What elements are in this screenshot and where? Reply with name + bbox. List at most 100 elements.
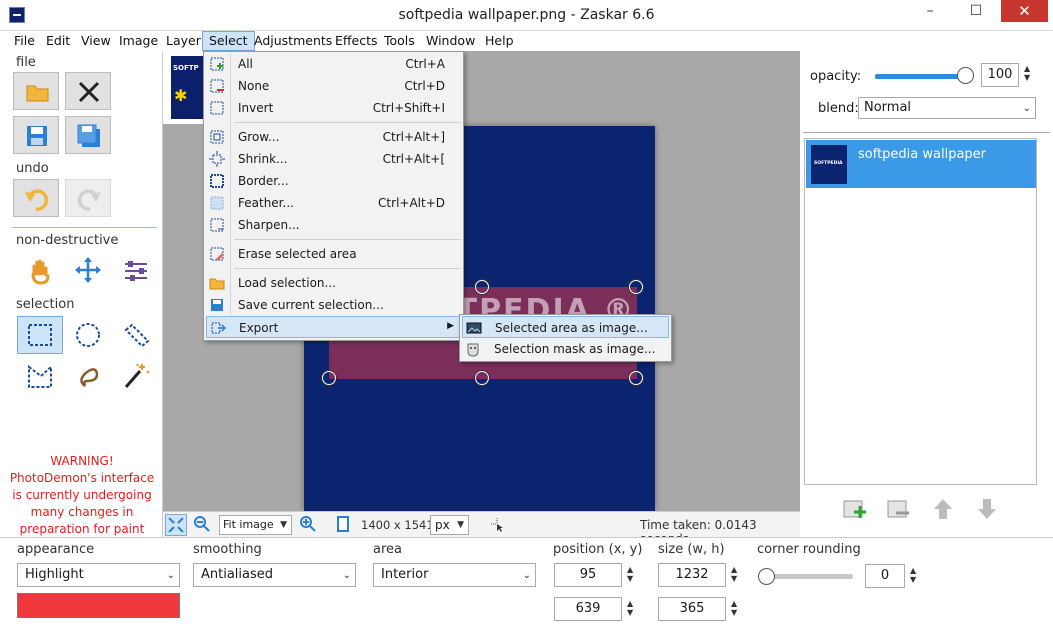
chevron-down-icon: ▼ bbox=[457, 520, 464, 530]
menu-item-border[interactable]: Border... bbox=[206, 170, 461, 192]
size-width-input[interactable]: 1232 bbox=[658, 563, 726, 587]
move-layer-up-button[interactable] bbox=[930, 497, 956, 521]
position-y-spinner[interactable]: ▲ ▼ bbox=[627, 599, 633, 617]
menu-image[interactable]: Image bbox=[113, 31, 164, 51]
undo-button[interactable] bbox=[13, 179, 59, 217]
corner-rounding-input[interactable]: 0 bbox=[865, 564, 905, 588]
menu-label: Grow... bbox=[238, 130, 280, 144]
menu-window[interactable]: Window bbox=[420, 31, 481, 51]
layer-list[interactable]: SOFTPEDIA softpedia wallpaper bbox=[804, 138, 1037, 485]
lasso-select-tool[interactable] bbox=[68, 359, 108, 393]
menu-file[interactable]: File bbox=[8, 31, 41, 51]
invert-selection-icon bbox=[210, 101, 224, 115]
position-y-input[interactable]: 639 bbox=[554, 597, 622, 621]
selection-handle-tm[interactable] bbox=[475, 280, 489, 294]
menu-layer[interactable]: Layer bbox=[160, 31, 207, 51]
folder-icon bbox=[209, 278, 225, 290]
menu-item-grow[interactable]: Grow... Ctrl+Alt+] bbox=[206, 126, 461, 148]
layers-panel: opacity: 100 ▲ ▼ blend: Normal ⌄ SOFTPEDIA… bbox=[800, 51, 1053, 537]
corner-rounding-slider-track[interactable] bbox=[765, 574, 853, 579]
image-tab-thumbnail[interactable]: SOFTP ✱ bbox=[171, 56, 203, 119]
menu-edit[interactable]: Edit bbox=[40, 31, 76, 51]
move-tool[interactable] bbox=[68, 253, 108, 287]
close-file-button[interactable] bbox=[65, 72, 111, 110]
selection-handle-bm[interactable] bbox=[475, 371, 489, 385]
line-select-tool[interactable] bbox=[116, 318, 156, 352]
unit-dropdown[interactable]: px ▼ bbox=[430, 515, 469, 535]
menu-item-sharpen[interactable]: Sharpen... bbox=[206, 214, 461, 236]
menu-item-shrink[interactable]: Shrink... Ctrl+Alt+[ bbox=[206, 148, 461, 170]
blend-mode-dropdown[interactable]: Normal ⌄ bbox=[858, 97, 1036, 119]
zoom-dropdown[interactable]: Fit image ▼ bbox=[219, 515, 292, 535]
save-as-button[interactable] bbox=[65, 116, 111, 154]
opacity-input[interactable]: 100 bbox=[981, 63, 1019, 87]
menu-label: All bbox=[238, 57, 253, 71]
rect-select-tool[interactable] bbox=[17, 316, 63, 354]
chevron-down-icon: ⌄ bbox=[342, 570, 351, 581]
zoom-in-button[interactable] bbox=[299, 515, 317, 536]
quick-fix-tool[interactable] bbox=[116, 253, 156, 287]
grow-selection-icon bbox=[210, 130, 224, 144]
save-button[interactable] bbox=[13, 116, 59, 154]
menu-shortcut: Ctrl+Shift+I bbox=[372, 101, 445, 115]
size-width-spinner[interactable]: ▲ ▼ bbox=[731, 565, 737, 583]
redo-button[interactable] bbox=[65, 179, 111, 217]
highlight-color-swatch[interactable] bbox=[17, 593, 180, 618]
menu-effects[interactable]: Effects bbox=[329, 31, 384, 51]
opacity-slider-thumb[interactable] bbox=[957, 67, 974, 84]
opacity-slider-track[interactable] bbox=[875, 74, 967, 79]
add-layer-button[interactable] bbox=[842, 497, 868, 521]
star-icon: ✱ bbox=[174, 86, 188, 105]
layer-row[interactable]: SOFTPEDIA softpedia wallpaper bbox=[806, 140, 1036, 188]
select-all-icon bbox=[210, 57, 224, 71]
menu-item-feather[interactable]: Feather... Ctrl+Alt+D bbox=[206, 192, 461, 214]
nondestructive-section-label: non-destructive bbox=[16, 233, 119, 248]
menu-adjustments[interactable]: Adjustments bbox=[248, 31, 338, 51]
opacity-spinner[interactable]: ▲ ▼ bbox=[1024, 64, 1030, 82]
ellipse-select-tool[interactable] bbox=[68, 318, 108, 352]
menu-item-select-all[interactable]: All Ctrl+A bbox=[206, 53, 461, 75]
menu-item-load-selection[interactable]: Load selection... bbox=[206, 272, 461, 294]
remove-layer-icon bbox=[887, 500, 909, 518]
move-layer-down-button[interactable] bbox=[974, 497, 1000, 521]
corner-rounding-slider-thumb[interactable] bbox=[758, 568, 775, 585]
size-height-input[interactable]: 365 bbox=[658, 597, 726, 621]
submenu-item-export-area[interactable]: Selected area as image... bbox=[462, 316, 669, 338]
position-x-input[interactable]: 95 bbox=[554, 563, 622, 587]
delete-layer-button[interactable] bbox=[886, 497, 912, 521]
menu-item-invert[interactable]: Invert Ctrl+Shift+I bbox=[206, 97, 461, 119]
chevron-down-icon: ⌄ bbox=[166, 570, 175, 581]
menu-item-export[interactable]: Export ▶ bbox=[206, 316, 461, 338]
polygon-select-tool[interactable] bbox=[20, 359, 60, 393]
menu-view[interactable]: View bbox=[75, 31, 117, 51]
magic-wand-tool[interactable] bbox=[116, 359, 156, 393]
selection-handle-bl[interactable] bbox=[322, 371, 336, 385]
position-x-spinner[interactable]: ▲ ▼ bbox=[627, 565, 633, 583]
image-size-text: 1400 x 1541 bbox=[361, 518, 434, 532]
window-title: softpedia wallpaper.png - Zaskar 6.6 bbox=[398, 7, 655, 23]
zoom-out-button[interactable] bbox=[193, 515, 211, 536]
image-icon bbox=[466, 322, 482, 334]
sliders-icon bbox=[125, 261, 147, 281]
appearance-dropdown[interactable]: Highlight ⌄ bbox=[17, 563, 180, 587]
open-file-button[interactable] bbox=[13, 72, 59, 110]
area-dropdown[interactable]: Interior ⌄ bbox=[373, 563, 536, 587]
smoothing-dropdown[interactable]: Antialiased ⌄ bbox=[193, 563, 356, 587]
menu-select[interactable]: Select bbox=[202, 31, 255, 51]
image-size-icon bbox=[336, 516, 350, 536]
fit-screen-button[interactable] bbox=[165, 514, 187, 536]
close-button[interactable]: ✕ bbox=[1001, 0, 1048, 22]
menu-item-select-none[interactable]: None Ctrl+D bbox=[206, 75, 461, 97]
menu-item-save-selection[interactable]: Save current selection... bbox=[206, 294, 461, 316]
minimize-button[interactable]: – bbox=[907, 0, 953, 22]
menu-help[interactable]: Help bbox=[479, 31, 520, 51]
maximize-button[interactable]: ☐ bbox=[953, 0, 999, 22]
selection-handle-tr[interactable] bbox=[629, 280, 643, 294]
menu-tools[interactable]: Tools bbox=[378, 31, 421, 51]
hand-tool[interactable] bbox=[20, 253, 60, 287]
size-height-spinner[interactable]: ▲ ▼ bbox=[731, 599, 737, 617]
menu-item-erase-selected[interactable]: Erase selected area bbox=[206, 243, 461, 265]
corner-rounding-spinner[interactable]: ▲ ▼ bbox=[910, 566, 916, 584]
submenu-item-export-mask[interactable]: Selection mask as image... bbox=[462, 338, 669, 360]
selection-handle-br[interactable] bbox=[629, 371, 643, 385]
